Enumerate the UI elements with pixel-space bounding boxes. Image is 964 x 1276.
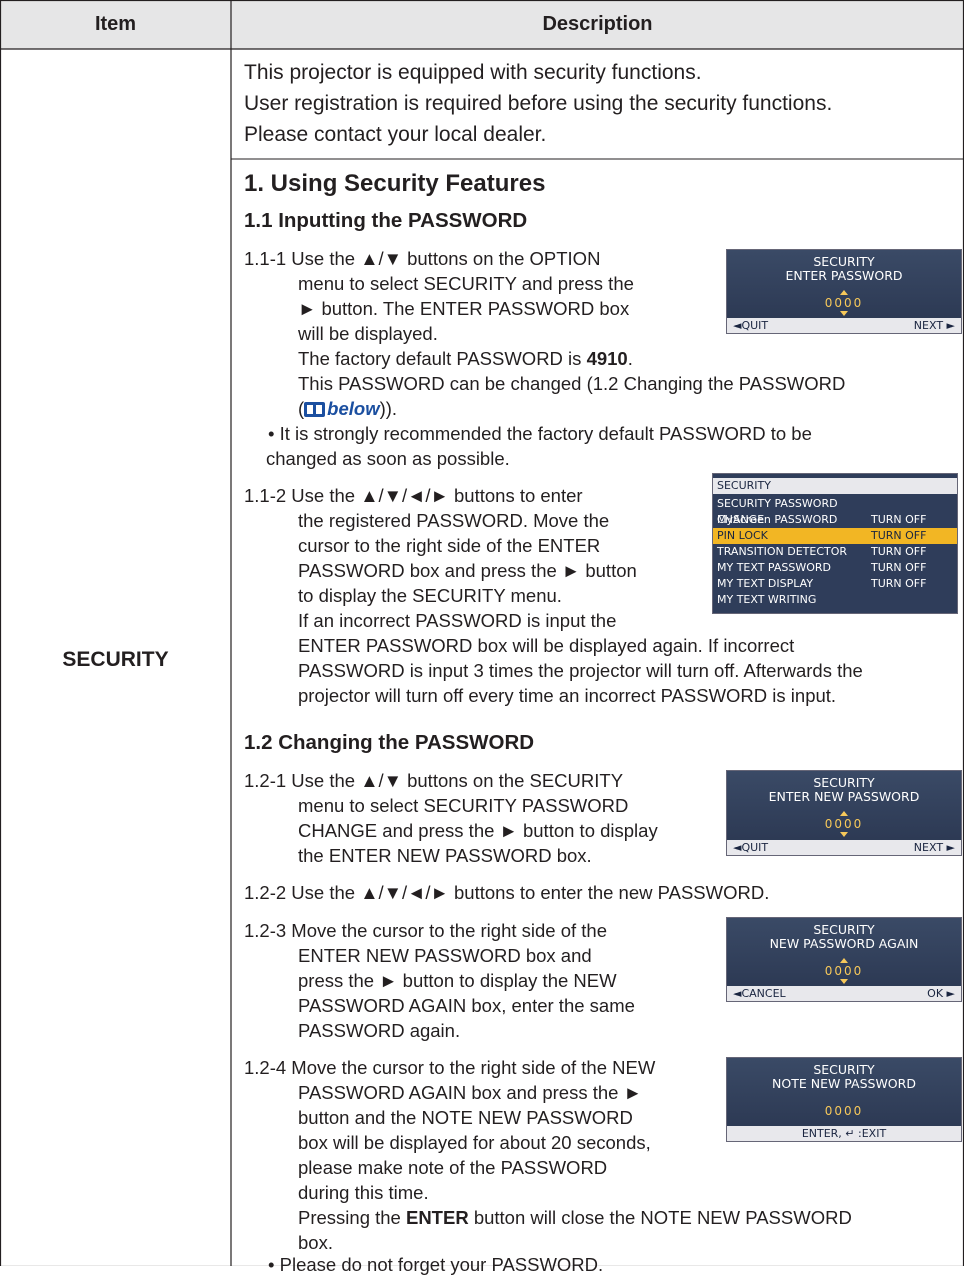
intro-line: User registration is required before usi… [244, 92, 833, 115]
osd-subtitle: NEW PASSWORD AGAIN [769, 936, 919, 951]
step-text: please make note of the PASSWORD [298, 1157, 608, 1178]
ok-label: OK ► [927, 987, 955, 1000]
step-text: 1.2-1 Use the ▲/▼ buttons on the SECURIT… [244, 770, 624, 791]
osd-subtitle: ENTER PASSWORD [785, 268, 903, 283]
menu-row: SECURITY PASSWORD CHANGE [717, 497, 838, 526]
header-item: Item [94, 13, 137, 35]
menu-row: MyScreen PASSWORD TURN OFF [717, 513, 927, 526]
subsection-title: 1.2 Changing the PASSWORD [244, 731, 535, 754]
step-text: menu to select SECURITY PASSWORD [298, 795, 629, 816]
osd-enter-password: SECURITY ENTER PASSWORD 0000 ◄QUIT NEXT ► [726, 249, 962, 334]
up-arrow-icon [840, 958, 848, 963]
step-text: Pressing the ENTER button will close the… [298, 1207, 852, 1228]
down-arrow-icon [840, 832, 848, 837]
step-text: to display the SECURITY menu. [298, 585, 562, 606]
menu-row: MY TEXT DISPLAY TURN OFF [717, 577, 927, 590]
step-text: 1.2-2 Use the ▲/▼/◄/► buttons to enter t… [244, 882, 770, 903]
osd-code: 0000 [824, 1104, 864, 1118]
step-text: If an incorrect PASSWORD is input the [298, 610, 617, 631]
subsection-title: 1.1 Inputting the PASSWORD [244, 209, 528, 232]
up-arrow-icon [840, 290, 848, 295]
menu-title: SECURITY [713, 478, 957, 494]
step-text: will be displayed. [298, 323, 438, 344]
cancel-label: ◄CANCEL [733, 987, 786, 1000]
osd-code: 0000 [824, 964, 864, 978]
menu-row-selected: PIN LOCK TURN OFF [713, 528, 957, 544]
step-text: PASSWORD box and press the ► button [298, 560, 637, 581]
osd-footer: ◄CANCEL OK ► [727, 986, 961, 1001]
below-link[interactable]: below [327, 398, 379, 419]
step-text: ► button. The ENTER PASSWORD box [298, 298, 630, 319]
exit-label: ENTER, ↵ :EXIT [801, 1127, 887, 1140]
step-text: menu to select SECURITY and press the [298, 273, 634, 294]
osd-code: 0000 [824, 296, 864, 310]
intro-line: This projector is equipped with security… [244, 61, 702, 84]
step-text: CHANGE and press the ► button to display [298, 820, 658, 841]
osd-note-new-password: SECURITY NOTE NEW PASSWORD 0000 ENTER, ↵… [726, 1057, 962, 1142]
osd-footer: ◄QUIT NEXT ► [727, 840, 961, 855]
step-text: box. [298, 1232, 333, 1253]
header-description: Description [542, 13, 653, 35]
osd-new-password-again: SECURITY NEW PASSWORD AGAIN 0000 ◄CANCEL… [726, 917, 962, 1002]
step-text: ENTER NEW PASSWORD box and [298, 945, 592, 966]
step-text: the registered PASSWORD. Move the [298, 510, 610, 531]
intro-line: Please contact your local dealer. [244, 123, 547, 146]
step-text: 1.2-3 Move the cursor to the right side … [244, 920, 607, 941]
step-text: during this time. [298, 1182, 429, 1203]
step-text: box will be displayed for about 20 secon… [298, 1132, 651, 1153]
step-text: press the ► button to display the NEW [298, 970, 617, 991]
manual-page: Item Description SECURITY This projector… [0, 0, 964, 1275]
section-title: 1. Using Security Features [244, 170, 546, 197]
note-text: • It is strongly recommended the factory… [268, 423, 812, 444]
quit-label: ◄QUIT [733, 841, 769, 854]
osd-code: 0000 [824, 817, 864, 831]
item-security-label: SECURITY [62, 648, 169, 671]
step-text: button and the NOTE NEW PASSWORD [298, 1107, 633, 1128]
step-text: PASSWORD AGAIN box, enter the same [298, 995, 635, 1016]
quit-label: ◄QUIT [733, 319, 769, 332]
security-menu: SECURITY SECURITY PASSWORD CHANGE MyScre… [712, 473, 958, 614]
osd-footer: ◄QUIT NEXT ► [727, 318, 961, 333]
step-text: PASSWORD is input 3 times the projector … [298, 660, 863, 681]
step-text: 1.1-1 Use the ▲/▼ buttons on the OPTION [244, 248, 601, 269]
osd-subtitle: ENTER NEW PASSWORD [768, 789, 920, 804]
osd-footer: ENTER, ↵ :EXIT [727, 1126, 961, 1141]
down-arrow-icon [840, 979, 848, 984]
osd-subtitle: NOTE NEW PASSWORD [772, 1076, 916, 1091]
next-label: NEXT ► [913, 319, 955, 332]
step-text: PASSWORD AGAIN box and press the ► [298, 1082, 642, 1103]
menu-row: TRANSITION DETECTOR TURN OFF [717, 545, 927, 558]
step-text: ENTER PASSWORD box will be displayed aga… [298, 635, 795, 656]
menu-row: MY TEXT WRITING [717, 593, 817, 606]
step-text: cursor to the right side of the ENTER [298, 535, 601, 556]
step-text: PASSWORD again. [298, 1020, 461, 1041]
osd-title: SECURITY [813, 922, 875, 937]
osd-enter-new-password: SECURITY ENTER NEW PASSWORD 0000 ◄QUIT NE… [726, 770, 962, 856]
step-text: The factory default PASSWORD is 4910. [298, 348, 633, 369]
step-text: the ENTER NEW PASSWORD box. [298, 845, 592, 866]
menu-row: MY TEXT PASSWORD TURN OFF [717, 561, 927, 574]
down-arrow-icon [840, 311, 848, 316]
step-text: (below)). [298, 398, 398, 419]
note-text: changed as soon as possible. [266, 448, 510, 469]
enter-button-name: ENTER [405, 1207, 469, 1228]
up-arrow-icon [840, 811, 848, 816]
step-text: projector will turn off every time an in… [298, 685, 837, 706]
default-password: 4910 [586, 348, 628, 369]
next-label: NEXT ► [913, 841, 955, 854]
osd-title: SECURITY [813, 775, 875, 790]
osd-title: SECURITY [813, 254, 875, 269]
step-text: 1.1-2 Use the ▲/▼/◄/► buttons to enter [244, 485, 583, 506]
note-text: • Please do not forget your PASSWORD. [268, 1254, 604, 1275]
step-text: This PASSWORD can be changed (1.2 Changi… [298, 373, 846, 394]
step-text: 1.2-4 Move the cursor to the right side … [244, 1057, 656, 1078]
osd-title: SECURITY [813, 1062, 875, 1077]
book-icon [304, 402, 326, 417]
